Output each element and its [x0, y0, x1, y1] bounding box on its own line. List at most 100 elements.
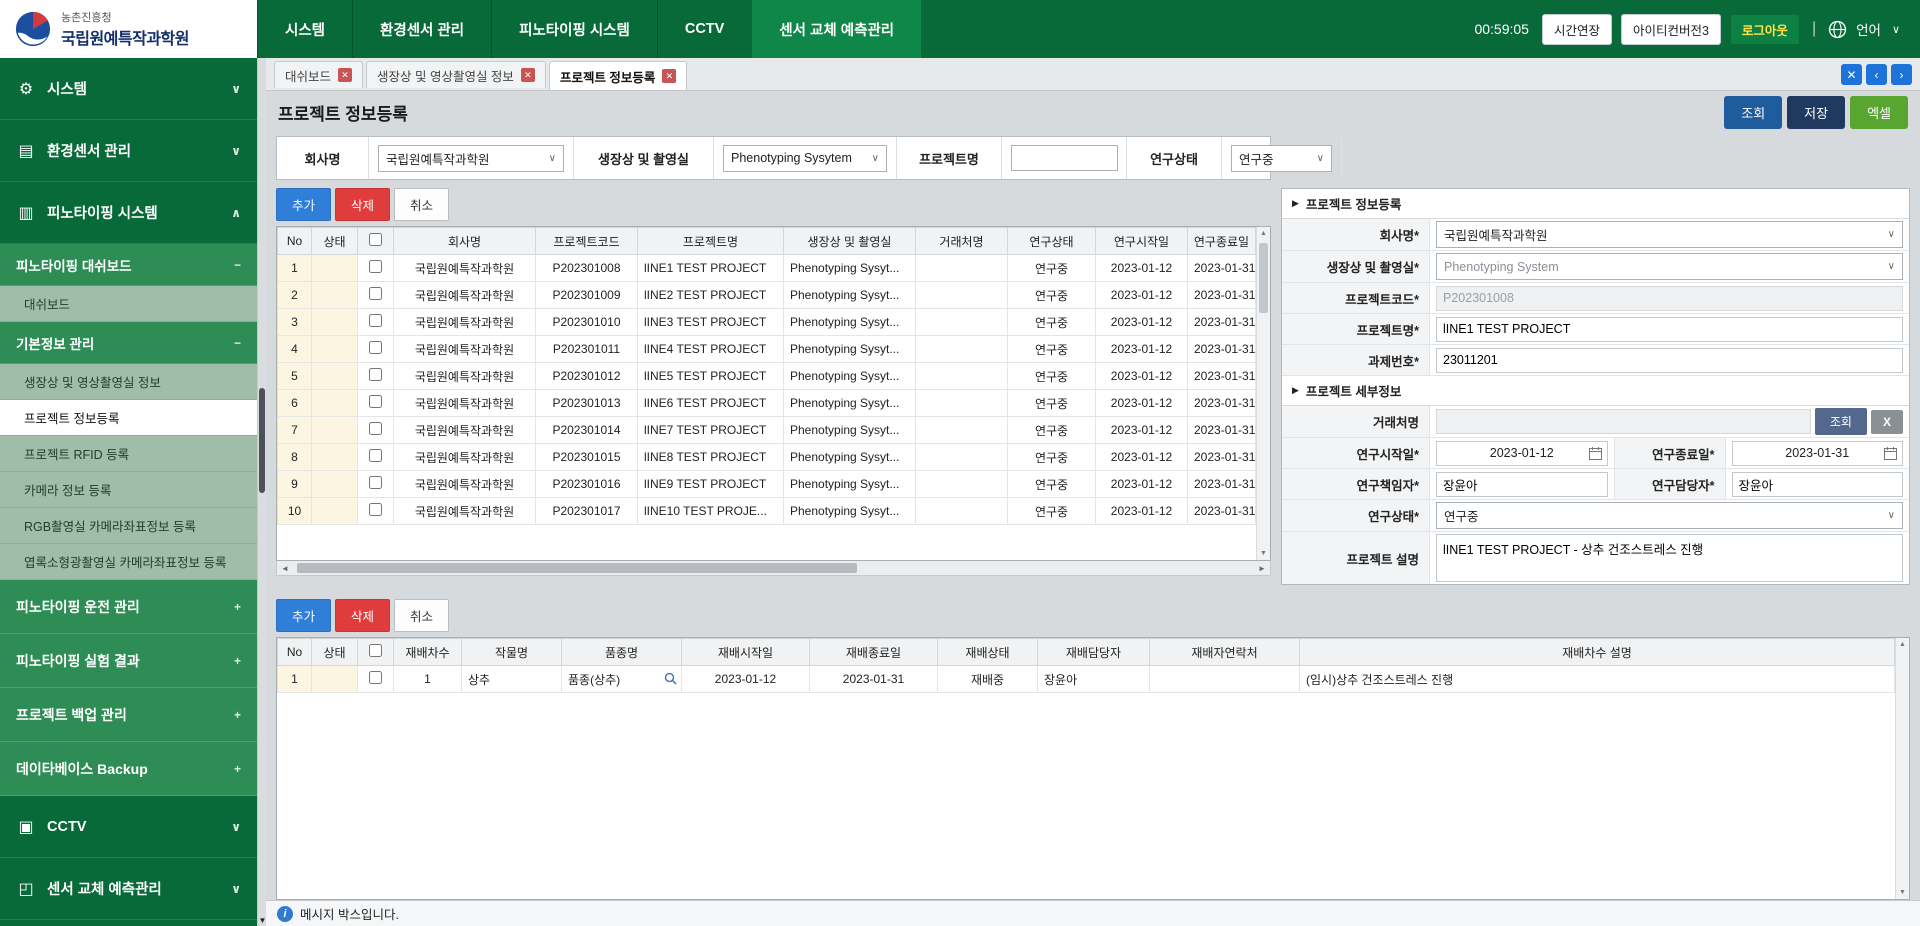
task-number-input[interactable] — [1436, 348, 1903, 373]
top-nav-item[interactable]: 환경센서 관리 — [352, 0, 491, 58]
sidebar-scrollbar[interactable]: ▼ — [257, 58, 266, 926]
sidebar-item[interactable]: ◰센서 교체 예측관리∨ — [0, 858, 257, 920]
sidebar-item[interactable]: 카메라 정보 등록 — [0, 472, 257, 508]
scroll-down-icon[interactable]: ▼ — [1260, 550, 1267, 557]
scroll-down-icon[interactable]: ▼ — [258, 916, 267, 925]
sidebar-item[interactable]: 프로젝트 RFID 등록 — [0, 436, 257, 472]
close-all-tabs-button[interactable]: ✕ — [1841, 64, 1862, 85]
top-nav-item[interactable]: 센서 교체 예측관리 — [751, 0, 921, 58]
table-row[interactable]: 10국립원예특작과학원P202301017lINE10 TEST PROJE..… — [278, 498, 1256, 525]
sidebar-item[interactable]: 프로젝트 정보등록 — [0, 400, 257, 436]
table-row[interactable]: 9국립원예특작과학원P202301016lINE9 TEST PROJECTPh… — [278, 471, 1256, 498]
table-row[interactable]: 7국립원예특작과학원P202301014lINE7 TEST PROJECTPh… — [278, 417, 1256, 444]
table-row[interactable]: 6국립원예특작과학원P202301013lINE6 TEST PROJECTPh… — [278, 390, 1256, 417]
sidebar-item[interactable]: RGB촬영실 카메라좌표정보 등록 — [0, 508, 257, 544]
select-all-checkbox[interactable] — [369, 233, 382, 246]
table-row[interactable]: 8국립원예특작과학원P202301015lINE8 TEST PROJECTPh… — [278, 444, 1256, 471]
row-checkbox[interactable] — [369, 395, 382, 408]
sidebar-item[interactable]: 생장상 및 영상촬영실 정보 — [0, 364, 257, 400]
prev-tab-button[interactable]: ‹ — [1866, 64, 1887, 85]
scrollbar-thumb[interactable] — [1259, 243, 1268, 313]
top-nav-item[interactable]: CCTV — [657, 0, 751, 58]
chevron-down-icon[interactable]: ∨ — [1892, 23, 1900, 36]
sidebar-item[interactable]: 대쉬보드 — [0, 286, 257, 322]
client-search-button[interactable]: 조회 — [1815, 408, 1867, 435]
project-description-textarea[interactable]: lINE1 TEST PROJECT - 상추 건조스트레스 진행 — [1436, 534, 1903, 582]
row-checkbox[interactable] — [369, 368, 382, 381]
start-date-input[interactable]: 2023-01-12 — [1436, 441, 1608, 466]
top-nav-item[interactable]: 피노타이핑 시스템 — [491, 0, 657, 58]
language-label[interactable]: 언어 — [1856, 19, 1881, 39]
company-select[interactable]: 국립원예특작과학원∨ — [378, 145, 564, 172]
table-row[interactable]: 3국립원예특작과학원P202301010lINE3 TEST PROJECTPh… — [278, 309, 1256, 336]
tab[interactable]: 대쉬보드✕ — [274, 61, 363, 88]
sidebar-item[interactable]: 데이타베이스 Backup+ — [0, 742, 257, 796]
globe-icon[interactable] — [1828, 20, 1847, 39]
top-nav-item[interactable]: 시스템 — [257, 0, 352, 58]
row-checkbox[interactable] — [369, 287, 382, 300]
row-checkbox[interactable] — [369, 671, 382, 684]
table-row[interactable]: 5국립원예특작과학원P202301012lINE5 TEST PROJECTPh… — [278, 363, 1256, 390]
row-checkbox[interactable] — [369, 314, 382, 327]
manager-input[interactable] — [1732, 472, 1904, 497]
extend-time-button[interactable]: 시간연장 — [1542, 14, 1612, 45]
delete-row-button[interactable]: 삭제 — [335, 188, 390, 221]
room-select[interactable]: Phenotyping Sysytem∨ — [723, 145, 887, 172]
table-row[interactable]: 2국립원예특작과학원P202301009lINE2 TEST PROJECTPh… — [278, 282, 1256, 309]
sidebar-item[interactable]: 피노타이핑 대쉬보드− — [0, 244, 257, 286]
pi-input[interactable] — [1436, 472, 1608, 497]
logout-button[interactable]: 로그아웃 — [1730, 14, 1800, 45]
select-all-checkbox[interactable] — [369, 644, 382, 657]
sidebar-item[interactable]: 피노타이핑 실험 결과+ — [0, 634, 257, 688]
tab[interactable]: 프로젝트 정보등록✕ — [549, 61, 687, 90]
sidebar-item[interactable]: ⚙시스템∨ — [0, 58, 257, 120]
detail-state-select[interactable]: 연구중∨ — [1436, 502, 1903, 529]
grid-vertical-scrollbar[interactable]: ▲▼ — [1895, 638, 1909, 899]
row-checkbox[interactable] — [369, 260, 382, 273]
close-icon[interactable]: ✕ — [338, 68, 352, 82]
detail-project-name-input[interactable] — [1436, 317, 1903, 342]
scroll-up-icon[interactable]: ▲ — [1899, 641, 1906, 648]
table-row[interactable]: 11상추품종(상추)2023-01-122023-01-31재배중장윤아(임시)… — [278, 666, 1895, 693]
sidebar-item[interactable]: 엽록소형광촬영실 카메라좌표정보 등록 — [0, 544, 257, 580]
project-name-input[interactable] — [1011, 145, 1118, 171]
user-button[interactable]: 아이티컨버전3 — [1621, 14, 1721, 45]
grid-vertical-scrollbar[interactable]: ▲▼ — [1256, 227, 1270, 560]
next-tab-button[interactable]: › — [1891, 64, 1912, 85]
detail-company-select[interactable]: 국립원예특작과학원∨ — [1436, 221, 1903, 248]
end-date-input[interactable]: 2023-01-31 — [1732, 441, 1904, 466]
cancel-button[interactable]: 취소 — [394, 188, 449, 221]
table-row[interactable]: 1국립원예특작과학원P202301008lINE1 TEST PROJECTPh… — [278, 255, 1256, 282]
row-checkbox[interactable] — [369, 422, 382, 435]
scroll-up-icon[interactable]: ▲ — [1260, 230, 1267, 237]
excel-export-button[interactable]: 엑셀 — [1850, 96, 1908, 129]
grid-horizontal-scrollbar[interactable]: ◄ ► — [276, 561, 1271, 576]
state-select[interactable]: 연구중∨ — [1231, 145, 1332, 172]
row-checkbox[interactable] — [369, 341, 382, 354]
table-row[interactable]: 4국립원예특작과학원P202301011lINE4 TEST PROJECTPh… — [278, 336, 1256, 363]
sidebar-item[interactable]: 프로젝트 백업 관리+ — [0, 688, 257, 742]
search-button[interactable]: 조회 — [1724, 96, 1782, 129]
delete-row-button[interactable]: 삭제 — [335, 599, 390, 632]
detail-room-select[interactable]: Phenotyping System∨ — [1436, 253, 1903, 280]
cancel-button[interactable]: 취소 — [394, 599, 449, 632]
row-checkbox[interactable] — [369, 449, 382, 462]
scroll-down-icon[interactable]: ▼ — [1899, 889, 1906, 896]
client-clear-button[interactable]: X — [1871, 410, 1903, 434]
close-icon[interactable]: ✕ — [662, 69, 676, 83]
row-checkbox[interactable] — [369, 476, 382, 489]
save-button[interactable]: 저장 — [1787, 96, 1845, 129]
close-icon[interactable]: ✕ — [521, 68, 535, 82]
search-icon[interactable] — [664, 672, 677, 685]
scroll-right-icon[interactable]: ► — [1254, 564, 1270, 573]
tab[interactable]: 생장상 및 영상촬영실 정보✕ — [366, 61, 546, 88]
add-row-button[interactable]: 추가 — [276, 188, 331, 221]
sidebar-item[interactable]: ▥피노타이핑 시스템∧ — [0, 182, 257, 244]
sidebar-item[interactable]: ▤환경센서 관리∨ — [0, 120, 257, 182]
sidebar-item[interactable]: 기본정보 관리− — [0, 322, 257, 364]
scrollbar-thumb[interactable] — [297, 563, 857, 573]
scrollbar-thumb[interactable] — [259, 388, 265, 493]
row-checkbox[interactable] — [369, 503, 382, 516]
sidebar-item[interactable]: 피노타이핑 운전 관리+ — [0, 580, 257, 634]
scroll-left-icon[interactable]: ◄ — [277, 564, 293, 573]
